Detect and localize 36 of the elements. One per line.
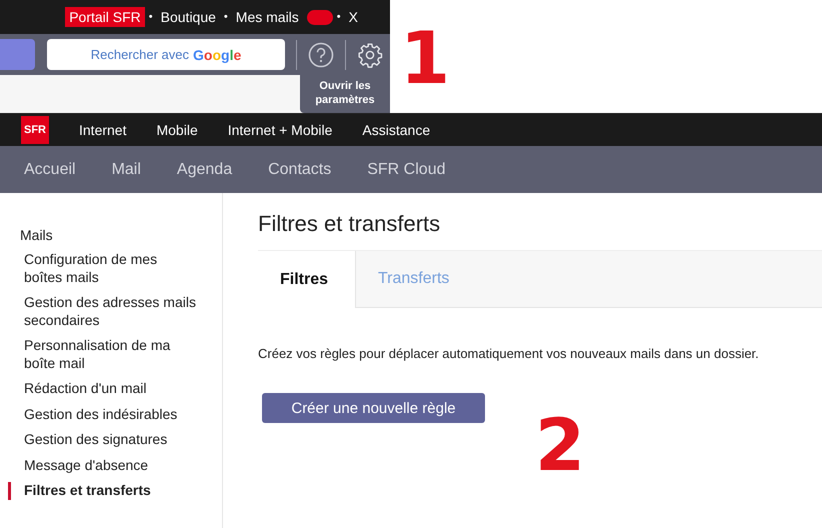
create-rule-button[interactable]: Créer une nouvelle règle	[262, 393, 485, 423]
nav-link[interactable]: Assistance	[362, 122, 430, 138]
nav-link[interactable]: Internet + Mobile	[228, 122, 332, 138]
nav-tab[interactable]: Agenda	[176, 160, 232, 178]
sidebar-item[interactable]: Gestion des signatures	[8, 431, 198, 448]
tooltip: Ouvrir les paramètres	[300, 75, 390, 113]
annotation-number: 1	[400, 22, 450, 94]
sidebar-item[interactable]: Message d'absence	[8, 456, 198, 474]
sidebar-item[interactable]: Rédaction d'un mail	[8, 380, 198, 398]
nav-tab[interactable]: Contacts	[268, 160, 332, 178]
page-title: Filtres et transferts	[258, 211, 442, 237]
separator-dot: •	[224, 11, 228, 23]
redaction-mark	[306, 10, 333, 24]
nav-tab[interactable]: Accueil	[24, 160, 76, 178]
sidebar-item[interactable]: Gestion des indésirables	[8, 406, 198, 423]
nav-tab[interactable]: Mail	[112, 160, 141, 178]
search-field[interactable]: Rechercher avec Google	[47, 39, 285, 70]
nav-link[interactable]: Internet	[79, 122, 126, 138]
sidebar-item[interactable]: Personnalisation de ma boîte mail	[8, 337, 198, 372]
sfr-logo[interactable]: SFR	[21, 116, 49, 144]
sidebar-item[interactable]: Filtres et transferts	[8, 482, 198, 500]
separator-dot: •	[148, 11, 153, 23]
sidebar-item[interactable]: Gestion des adresses mails secondaires	[8, 294, 198, 329]
nav-tab[interactable]: SFR Cloud	[367, 160, 446, 178]
top-link[interactable]: Mes mails	[232, 7, 303, 27]
sidebar-item[interactable]: Configuration de mes boîtes mails	[8, 251, 198, 286]
top-link[interactable]: Boutique	[156, 7, 220, 27]
description-text: Créez vos règles pour déplacer automatiquement vos nouveaux mails dans un dossier.	[258, 346, 760, 361]
close-link[interactable]: X	[344, 7, 362, 27]
help-icon[interactable]	[308, 42, 334, 68]
sidebar-heading: Mails	[20, 227, 54, 243]
annotation-number: 2	[535, 409, 586, 481]
separator-dot: •	[336, 11, 341, 23]
top-link[interactable]: Portail SFR	[65, 7, 145, 27]
settings-icon[interactable]	[357, 42, 383, 68]
nav-link[interactable]: Mobile	[156, 122, 198, 138]
